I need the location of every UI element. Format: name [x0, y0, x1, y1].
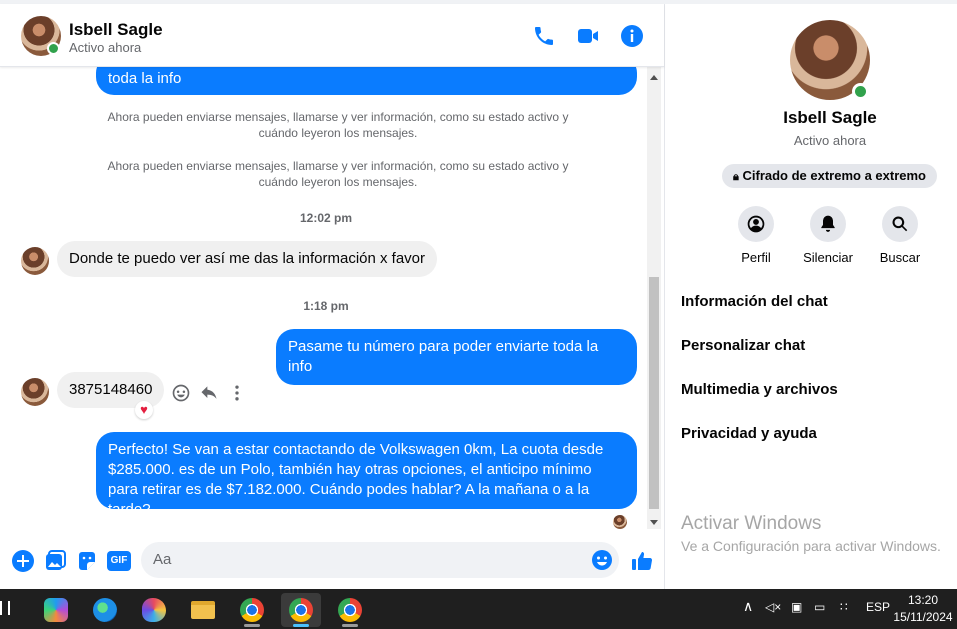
- avatar[interactable]: [21, 247, 49, 275]
- encryption-badge[interactable]: 🔒︎ Cifrado de extremo a extremo: [722, 164, 937, 188]
- chevron-up-icon[interactable]: ∧: [743, 598, 753, 615]
- chat-pane: Isbell Sagle Activo ahora toda la info A…: [0, 4, 665, 589]
- clock-time: 13:20: [907, 593, 939, 607]
- edge-icon: [93, 598, 117, 622]
- scroll-up-icon[interactable]: [650, 75, 658, 80]
- message-outgoing[interactable]: Pasame tu número para poder enviarte tod…: [276, 329, 637, 385]
- more-options-icon[interactable]: [227, 383, 247, 403]
- scroll-down-icon[interactable]: [650, 520, 658, 525]
- media-files-row[interactable]: Multimedia y archivos: [681, 381, 838, 398]
- info-pane: Isbell Sagle Activo ahora 🔒︎ Cifrado de …: [665, 4, 957, 589]
- lock-icon: 🔒︎: [733, 171, 739, 183]
- plus-icon[interactable]: [11, 549, 35, 573]
- message-outgoing[interactable]: Perfecto! Se van a estar contactando de …: [96, 432, 637, 518]
- online-indicator: [47, 42, 60, 55]
- chrome-app-1[interactable]: [232, 593, 272, 627]
- online-indicator: [852, 83, 869, 100]
- profile-name: Isbell Sagle: [783, 108, 877, 127]
- scroll-thumb[interactable]: [649, 277, 659, 509]
- emoji-icon[interactable]: [590, 548, 614, 572]
- battery-icon[interactable]: ▭: [814, 600, 825, 614]
- edge-app[interactable]: [85, 593, 125, 627]
- gif-icon[interactable]: GIF: [107, 549, 131, 573]
- profile-status: Activo ahora: [793, 133, 867, 148]
- file-explorer-app[interactable]: [183, 593, 223, 627]
- mute-label: Silenciar: [803, 250, 853, 265]
- read-receipt-avatar: [613, 515, 627, 529]
- message-text: 3875148460: [69, 381, 153, 398]
- message-list[interactable]: toda la info Ahora pueden enviarse mensa…: [0, 67, 664, 540]
- search-label: Buscar: [879, 250, 921, 265]
- emoji-react-icon[interactable]: [171, 383, 191, 403]
- chrome-icon: [338, 598, 362, 622]
- customize-chat-row[interactable]: Personalizar chat: [681, 337, 805, 354]
- running-indicator: [342, 624, 358, 627]
- camera-icon[interactable]: ▣: [791, 600, 802, 614]
- chrome-app-2[interactable]: [281, 593, 321, 627]
- heart-reaction-icon[interactable]: ♥: [135, 401, 153, 419]
- timestamp: 1:18 pm: [303, 299, 349, 313]
- copilot-app[interactable]: [36, 593, 76, 627]
- activation-watermark-title: Activar Windows: [681, 513, 822, 534]
- mute-button[interactable]: Silenciar: [788, 206, 868, 265]
- composer: GIF Aa: [0, 540, 664, 586]
- message-text: toda la info: [108, 70, 182, 87]
- activation-watermark-subtitle: Ve a Configuración para activar Windows.: [681, 538, 941, 554]
- taskbar: ∧ ◁× ▣ ▭ ∷ ESP 13:20 15/11/2024: [0, 589, 957, 629]
- info-icon[interactable]: [620, 24, 644, 48]
- privacy-help-row[interactable]: Privacidad y ayuda: [681, 425, 817, 442]
- chrome-app-3[interactable]: [330, 593, 370, 627]
- clock-date: 15/11/2024: [893, 610, 953, 624]
- message-incoming[interactable]: Donde te puedo ver así me das la informa…: [57, 241, 438, 277]
- phone-icon[interactable]: [532, 24, 556, 48]
- thumbs-up-icon[interactable]: [630, 549, 654, 573]
- profile-button[interactable]: Perfil: [716, 206, 796, 265]
- volume-muted-icon[interactable]: ◁×: [765, 600, 781, 614]
- search-icon: [882, 206, 918, 242]
- contact-name[interactable]: Isbell Sagle: [69, 20, 163, 40]
- profile-label: Perfil: [741, 250, 771, 265]
- clock[interactable]: 13:20 15/11/2024: [892, 592, 954, 626]
- system-notice: Ahora pueden enviarse mensajes, llamarse…: [107, 159, 569, 189]
- encryption-label: Cifrado de extremo a extremo: [742, 168, 926, 183]
- gallery-icon[interactable]: [43, 549, 67, 573]
- paint-icon: [142, 598, 166, 622]
- chrome-icon: [289, 598, 313, 622]
- running-indicator: [244, 624, 260, 627]
- message-input[interactable]: Aa: [141, 542, 619, 578]
- sticker-icon[interactable]: [75, 549, 99, 573]
- message-outgoing[interactable]: toda la info: [96, 67, 637, 95]
- folder-icon: [191, 601, 215, 619]
- reply-icon[interactable]: [199, 383, 219, 403]
- paint-app[interactable]: [134, 593, 174, 627]
- avatar[interactable]: [21, 378, 49, 406]
- copilot-icon: [44, 598, 68, 622]
- contact-status: Activo ahora: [69, 40, 142, 55]
- chat-header: Isbell Sagle Activo ahora: [0, 4, 664, 67]
- scrollbar[interactable]: [647, 67, 661, 529]
- chat-info-row[interactable]: Información del chat: [681, 293, 828, 310]
- search-button[interactable]: Buscar: [860, 206, 940, 265]
- video-call-icon[interactable]: [576, 24, 600, 48]
- profile-icon: [738, 206, 774, 242]
- gif-label: GIF: [107, 551, 131, 571]
- wifi-icon[interactable]: ∷: [840, 600, 848, 614]
- message-input-placeholder: Aa: [153, 551, 172, 568]
- bell-icon: [810, 206, 846, 242]
- language-indicator[interactable]: ESP: [866, 600, 890, 614]
- message-text: Donde te puedo ver así me das la informa…: [69, 250, 426, 267]
- message-text: Perfecto! Se van a estar contactando de …: [108, 441, 604, 518]
- running-indicator: [293, 624, 309, 627]
- task-view-icon[interactable]: [0, 601, 10, 615]
- timestamp: 12:02 pm: [299, 211, 353, 225]
- chrome-icon: [240, 598, 264, 622]
- messenger-window: Isbell Sagle Activo ahora toda la info A…: [0, 0, 957, 629]
- system-notice: Ahora pueden enviarse mensajes, llamarse…: [107, 110, 569, 140]
- message-text: Pasame tu número para poder enviarte tod…: [288, 338, 599, 375]
